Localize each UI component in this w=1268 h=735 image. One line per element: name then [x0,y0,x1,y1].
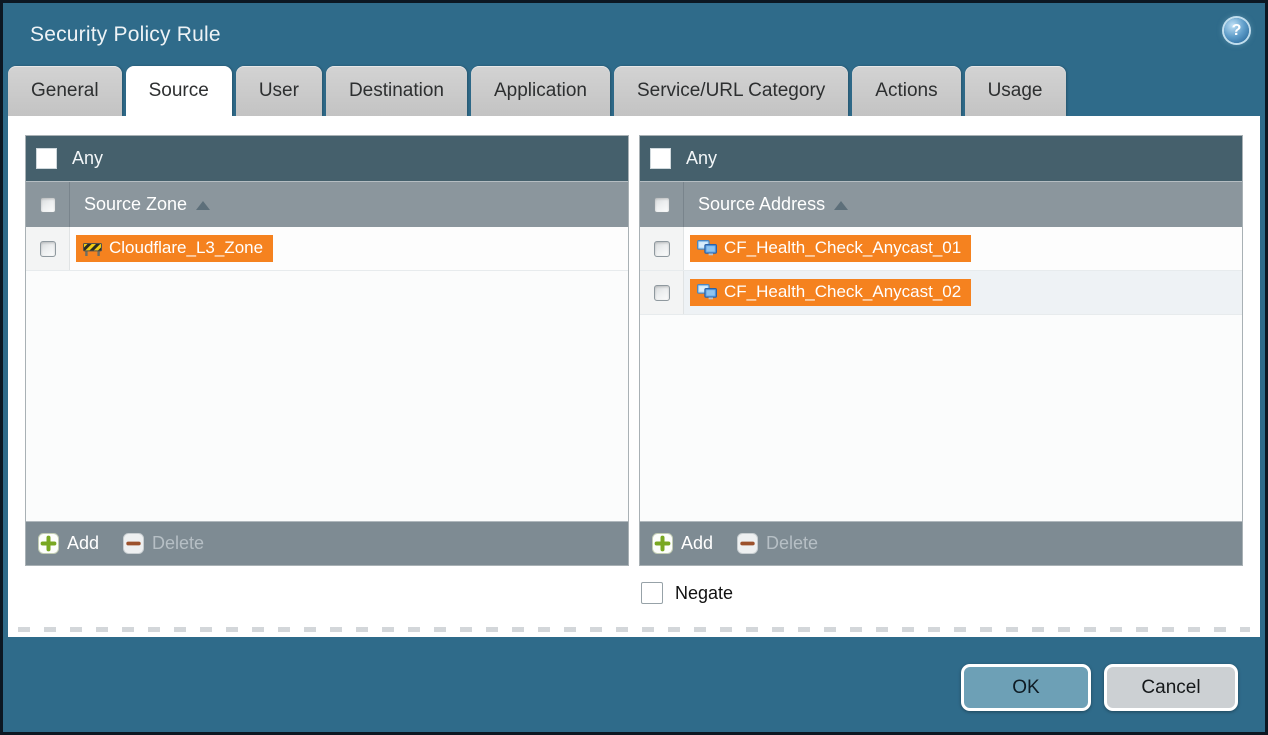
row-checkbox[interactable] [654,241,670,257]
table-row: CF_Health_Check_Anycast_01 [640,227,1242,271]
source-zone-column-header: Source Zone [26,181,628,227]
source-address-table-body: CF_Health_Check_Anycast_01 [640,227,1242,521]
address-object-chip[interactable]: CF_Health_Check_Anycast_01 [690,235,971,262]
tab-usage[interactable]: Usage [965,66,1066,116]
add-button-label: Add [67,533,99,554]
source-zone-column-label: Source Zone [84,194,187,215]
tab-general[interactable]: General [8,66,122,116]
object-label: CF_Health_Check_Anycast_02 [724,282,961,302]
row-checkbox-cell [640,271,684,314]
minus-icon [123,533,144,554]
tab-destination[interactable]: Destination [326,66,467,116]
source-address-column-header: Source Address [640,181,1242,227]
delete-button[interactable]: Delete [123,533,204,554]
row-checkbox[interactable] [40,241,56,257]
zone-icon [83,240,102,257]
minus-icon [737,533,758,554]
tab-user[interactable]: User [236,66,322,116]
dialog-title: Security Policy Rule [30,23,221,47]
row-checkbox-cell [640,227,684,270]
source-zone-any-header: Any [26,136,628,181]
select-all-cell [26,182,70,227]
address-object-chip[interactable]: CF_Health_Check_Anycast_02 [690,279,971,306]
ok-button[interactable]: OK [961,664,1091,711]
cancel-button[interactable]: Cancel [1104,664,1238,711]
sort-asc-icon [834,201,848,210]
source-address-panel-footer: Add Delete [640,521,1242,565]
add-button[interactable]: Add [652,533,713,554]
source-zone-any-checkbox[interactable] [36,148,57,169]
source-address-any-checkbox[interactable] [650,148,671,169]
negate-label: Negate [675,583,733,604]
resize-grip-texture [18,627,1250,632]
add-button-label: Add [681,533,713,554]
row-checkbox[interactable] [654,285,670,301]
plus-icon [38,533,59,554]
plus-icon [652,533,673,554]
source-zone-select-all-checkbox[interactable] [40,197,56,213]
help-icon[interactable]: ? [1224,18,1249,43]
source-zone-table-body: Cloudflare_L3_Zone [26,227,628,521]
tab-application[interactable]: Application [471,66,610,116]
tab-service-url-category[interactable]: Service/URL Category [614,66,848,116]
source-address-column-sort[interactable]: Source Address [684,182,848,227]
delete-button-label: Delete [766,533,818,554]
source-zone-any-label: Any [72,148,103,169]
security-policy-rule-dialog: Security Policy Rule ? General Source Us… [0,0,1268,735]
source-address-select-all-checkbox[interactable] [654,197,670,213]
source-address-any-label: Any [686,148,717,169]
panels-container: Any Source Zone [8,116,1260,566]
tab-actions[interactable]: Actions [852,66,960,116]
tab-source[interactable]: Source [126,66,232,116]
source-address-panel: Any Source Address [639,135,1243,566]
select-all-cell [640,182,684,227]
row-checkbox-cell [26,227,70,270]
address-icon [697,284,717,300]
source-address-any-header: Any [640,136,1242,181]
delete-button-label: Delete [152,533,204,554]
zone-object-chip[interactable]: Cloudflare_L3_Zone [76,235,273,262]
table-row: Cloudflare_L3_Zone [26,227,628,271]
object-label: CF_Health_Check_Anycast_01 [724,238,961,258]
delete-button[interactable]: Delete [737,533,818,554]
tab-bar: General Source User Destination Applicat… [3,66,1265,116]
tab-content-source: Any Source Zone [8,116,1260,637]
source-zone-panel: Any Source Zone [25,135,629,566]
dialog-footer-actions: OK Cancel [961,664,1238,711]
negate-row: Negate [641,582,733,604]
source-zone-column-sort[interactable]: Source Zone [70,182,210,227]
add-button[interactable]: Add [38,533,99,554]
source-address-column-label: Source Address [698,194,825,215]
source-zone-panel-footer: Add Delete [26,521,628,565]
address-icon [697,240,717,256]
sort-asc-icon [196,201,210,210]
object-label: Cloudflare_L3_Zone [109,238,263,258]
titlebar: Security Policy Rule ? [3,3,1265,66]
table-row: CF_Health_Check_Anycast_02 [640,271,1242,315]
negate-checkbox[interactable] [641,582,663,604]
